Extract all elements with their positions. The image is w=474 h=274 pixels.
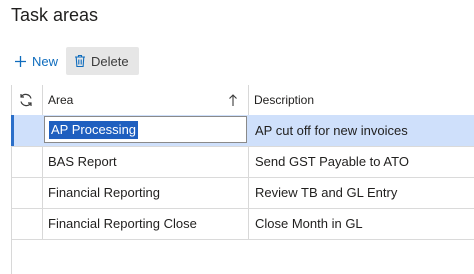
action-toolbar: New Delete: [8, 47, 139, 75]
description-cell[interactable]: Review TB and GL Entry: [255, 177, 397, 208]
area-cell[interactable]: BAS Report: [48, 146, 117, 177]
description-cell[interactable]: Close Month in GL: [255, 208, 363, 239]
column-header-area-label: Area: [48, 93, 74, 107]
sort-ascending-icon[interactable]: [228, 85, 242, 115]
area-edit-text: AP Processing: [49, 121, 139, 139]
description-cell[interactable]: AP cut off for new invoices: [255, 115, 408, 146]
trash-icon: [74, 54, 86, 68]
task-areas-grid: Area Description AP Processing AP cut of…: [11, 85, 474, 274]
selected-row-marker: [11, 115, 14, 146]
delete-button[interactable]: Delete: [66, 47, 139, 75]
plus-icon: [14, 55, 27, 68]
page-title: Task areas: [11, 5, 99, 25]
area-edit-field[interactable]: AP Processing: [44, 116, 247, 143]
table-row[interactable]: Financial Reporting Close Close Month in…: [12, 208, 474, 240]
table-row[interactable]: BAS Report Send GST Payable to ATO: [12, 146, 474, 178]
column-header-area[interactable]: Area: [48, 85, 244, 115]
refresh-icon[interactable]: [18, 85, 38, 115]
column-header-description[interactable]: Description: [254, 85, 464, 115]
new-button[interactable]: New: [8, 47, 66, 75]
table-row[interactable]: AP Processing AP cut off for new invoice…: [11, 115, 474, 147]
column-header-description-label: Description: [254, 93, 315, 107]
area-cell[interactable]: Financial Reporting: [48, 177, 160, 208]
delete-button-label: Delete: [91, 53, 129, 69]
new-button-label: New: [32, 53, 59, 69]
grid-header: Area Description: [12, 85, 474, 116]
table-row[interactable]: Financial Reporting Review TB and GL Ent…: [12, 177, 474, 209]
area-cell[interactable]: Financial Reporting Close: [48, 208, 197, 239]
description-cell[interactable]: Send GST Payable to ATO: [255, 146, 409, 177]
